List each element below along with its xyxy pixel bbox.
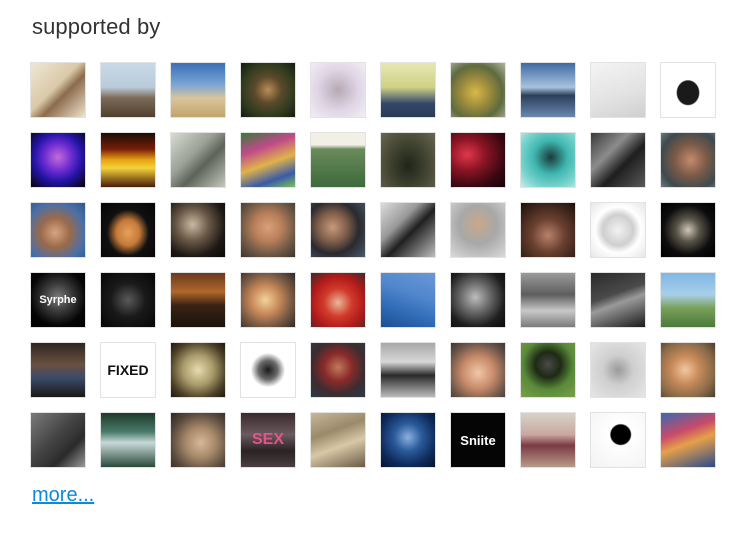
supporter-avatar[interactable] <box>100 202 156 258</box>
supporter-avatar[interactable] <box>380 62 436 118</box>
supporter-avatar-caption: Sniite <box>460 432 496 448</box>
supporter-avatar[interactable] <box>310 272 366 328</box>
supporter-avatar[interactable] <box>380 132 436 188</box>
supporter-avatar[interactable] <box>310 202 366 258</box>
supporter-avatar[interactable] <box>450 272 506 328</box>
supporter-avatar[interactable] <box>30 202 86 258</box>
supporter-grid: Syrphe FIXED SEX Sniite <box>30 62 716 468</box>
supporter-avatar[interactable] <box>240 62 296 118</box>
supporter-avatar-caption: FIXED <box>107 362 149 378</box>
supporter-avatar[interactable] <box>520 342 576 398</box>
more-link[interactable]: more... <box>32 484 94 507</box>
supporter-avatar[interactable] <box>450 202 506 258</box>
supporter-avatar[interactable] <box>660 132 716 188</box>
supporter-avatar[interactable] <box>100 412 156 468</box>
supporter-avatar[interactable] <box>240 132 296 188</box>
supporter-avatar[interactable] <box>520 272 576 328</box>
supporter-avatar[interactable] <box>450 132 506 188</box>
supporter-avatar[interactable] <box>380 272 436 328</box>
supporter-avatar[interactable] <box>170 62 226 118</box>
supporter-avatar[interactable] <box>520 132 576 188</box>
supporter-avatar[interactable] <box>310 62 366 118</box>
supporter-avatar[interactable] <box>30 132 86 188</box>
supporter-avatar-caption: Syrphe <box>39 293 77 306</box>
supporter-avatar-caption: SEX <box>251 431 284 448</box>
supporter-avatar[interactable] <box>520 202 576 258</box>
supporter-avatar[interactable]: SEX <box>240 412 296 468</box>
supporter-avatar[interactable] <box>660 342 716 398</box>
supporter-avatar[interactable] <box>100 272 156 328</box>
supporter-avatar[interactable] <box>310 342 366 398</box>
supporter-avatar[interactable] <box>660 62 716 118</box>
supporter-avatar[interactable] <box>590 202 646 258</box>
supporter-avatar[interactable] <box>30 62 86 118</box>
supporter-avatar[interactable] <box>450 342 506 398</box>
supporter-avatar[interactable] <box>660 412 716 468</box>
supporter-avatar[interactable] <box>380 412 436 468</box>
supporter-avatar[interactable] <box>590 62 646 118</box>
supporter-avatar[interactable] <box>590 342 646 398</box>
supporter-avatar[interactable] <box>590 272 646 328</box>
supporter-avatar[interactable] <box>170 202 226 258</box>
supporter-avatar[interactable] <box>170 132 226 188</box>
supporter-avatar[interactable] <box>100 62 156 118</box>
supporter-avatar[interactable]: Syrphe <box>30 272 86 328</box>
supporter-avatar[interactable] <box>30 412 86 468</box>
supporter-avatar[interactable] <box>100 132 156 188</box>
supporter-avatar[interactable] <box>170 342 226 398</box>
supporter-avatar[interactable] <box>240 202 296 258</box>
supporter-avatar[interactable] <box>380 342 436 398</box>
supporter-avatar[interactable] <box>590 132 646 188</box>
supporter-avatar[interactable] <box>660 202 716 258</box>
supporter-avatar[interactable]: FIXED <box>100 342 156 398</box>
supporter-avatar[interactable] <box>170 412 226 468</box>
supporter-avatar[interactable] <box>660 272 716 328</box>
supporter-avatar[interactable] <box>520 412 576 468</box>
supporter-avatar[interactable] <box>590 412 646 468</box>
supporter-avatar[interactable] <box>450 62 506 118</box>
supporter-avatar[interactable] <box>380 202 436 258</box>
supporter-avatar[interactable] <box>240 342 296 398</box>
supporter-avatar[interactable] <box>310 412 366 468</box>
supporter-avatar[interactable] <box>520 62 576 118</box>
supporter-avatar[interactable] <box>30 342 86 398</box>
supporter-avatar[interactable] <box>310 132 366 188</box>
supporter-avatar[interactable] <box>170 272 226 328</box>
section-heading: supported by <box>32 14 161 39</box>
supporter-avatar[interactable] <box>240 272 296 328</box>
supporter-avatar[interactable]: Sniite <box>450 412 506 468</box>
